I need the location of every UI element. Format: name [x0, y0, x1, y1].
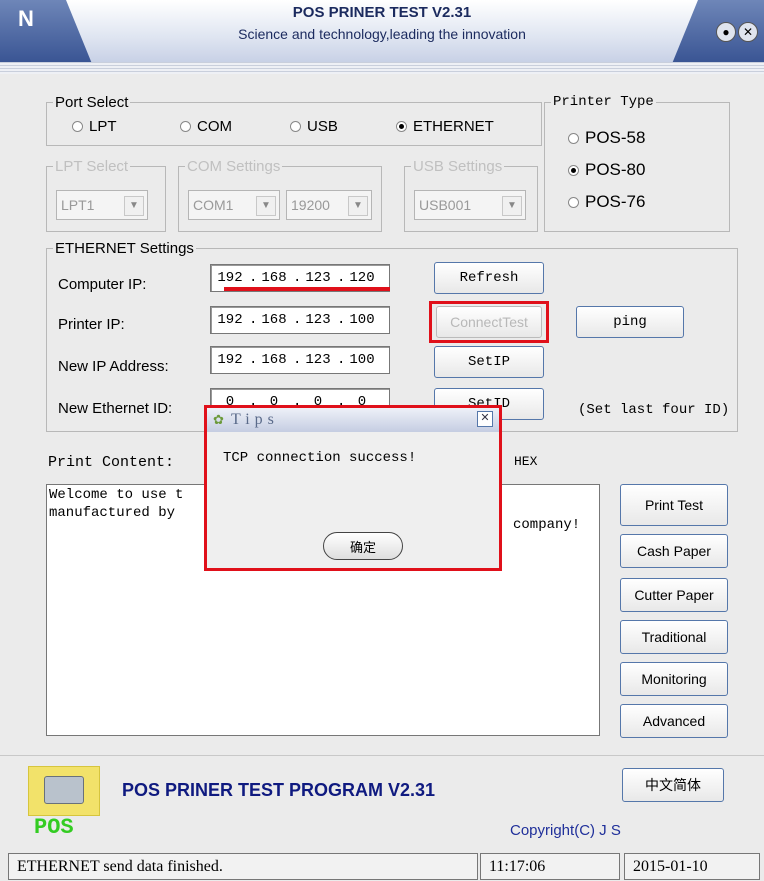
radio-lpt[interactable]: LPT — [72, 118, 117, 135]
radio-com-label: COM — [197, 118, 232, 135]
printer-type-legend: Printer Type — [553, 94, 654, 110]
radio-pos-76-dot[interactable] — [568, 196, 579, 208]
ip-octet[interactable]: 168 — [255, 270, 293, 286]
print-test-button[interactable]: Print Test — [620, 484, 728, 526]
computer-ip-label: Computer IP: — [58, 276, 147, 293]
radio-com[interactable]: COM — [180, 118, 232, 135]
radio-ethernet-label: ETHERNET — [413, 118, 494, 135]
com-port-combo[interactable]: COM1 ▼ — [188, 190, 280, 220]
print-content-label: Print Content: — [48, 454, 175, 471]
ip-octet[interactable]: 192 — [211, 352, 249, 368]
radio-pos-58-label: POS-58 — [585, 128, 646, 147]
ip-octet[interactable]: 100 — [343, 352, 381, 368]
printer-ip-label: Printer IP: — [58, 316, 125, 333]
textarea-line-2-right: company! — [513, 517, 581, 533]
usb-settings-legend: USB Settings — [413, 158, 503, 175]
setid-hint: (Set last four ID) — [578, 402, 730, 418]
port-select-legend: Port Select — [55, 94, 129, 111]
status-date: 2015-01-10 — [624, 853, 760, 880]
traditional-button[interactable]: Traditional — [620, 620, 728, 654]
com-baud-value: 19200 — [291, 197, 330, 213]
new-ethernet-id-label: New Ethernet ID: — [58, 400, 173, 417]
printer-icon — [44, 776, 84, 804]
cutter-paper-button[interactable]: Cutter Paper — [620, 578, 728, 612]
close-button[interactable]: ✕ — [738, 22, 758, 42]
usb-select-combo[interactable]: USB001 ▼ — [414, 190, 526, 220]
radio-usb-dot[interactable] — [290, 121, 301, 132]
ip-octet[interactable]: 192 — [211, 312, 249, 328]
chevron-down-icon[interactable]: ▼ — [256, 196, 276, 216]
radio-pos-80-dot[interactable] — [568, 164, 579, 176]
hex-checkbox-label[interactable]: HEX — [514, 454, 537, 469]
status-time: 11:17:06 — [480, 853, 620, 880]
chevron-down-icon[interactable]: ▼ — [502, 196, 522, 216]
radio-lpt-dot[interactable] — [72, 121, 83, 132]
radio-com-dot[interactable] — [180, 121, 191, 132]
tips-message: TCP connection success! — [223, 450, 417, 466]
ip-octet[interactable]: 168 — [255, 312, 293, 328]
radio-lpt-label: LPT — [89, 118, 117, 135]
lpt-select-legend: LPT Select — [55, 158, 129, 175]
monitoring-button[interactable]: Monitoring — [620, 662, 728, 696]
footer-divider — [0, 755, 764, 756]
window-subtitle: Science and technology,leading the innov… — [238, 26, 526, 42]
tips-ok-button[interactable]: 确定 — [323, 532, 403, 560]
tips-title: Tips — [231, 411, 279, 428]
usb-select-value: USB001 — [419, 197, 472, 213]
ip-octet[interactable]: 123 — [299, 270, 337, 286]
ip-octet[interactable]: 100 — [343, 312, 381, 328]
ip-octet[interactable]: 168 — [255, 352, 293, 368]
chevron-down-icon[interactable]: ▼ — [124, 196, 144, 216]
app-logo-icon: N — [18, 6, 34, 31]
title-stripes — [0, 62, 764, 74]
ip-octet[interactable]: 123 — [299, 352, 337, 368]
ethernet-settings-legend: ETHERNET Settings — [55, 240, 194, 257]
advanced-button[interactable]: Advanced — [620, 704, 728, 738]
radio-pos-58[interactable]: POS-58 — [568, 128, 645, 148]
ip-octet[interactable]: 123 — [299, 312, 337, 328]
tips-dialog: ✿ Tips ✕ TCP connection success! 确定 — [204, 405, 502, 571]
radio-ethernet[interactable]: ETHERNET — [396, 118, 494, 135]
highlight-underline — [224, 287, 390, 291]
minimize-button[interactable]: ● — [716, 22, 736, 42]
com-port-value: COM1 — [193, 197, 234, 213]
chevron-down-icon[interactable]: ▼ — [348, 196, 368, 216]
lpt-select-combo[interactable]: LPT1 ▼ — [56, 190, 148, 220]
textarea-line-2-left: manufactured by — [49, 505, 176, 521]
status-message: ETHERNET send data finished. — [8, 853, 478, 880]
new-ip-field[interactable]: 192. 168. 123. 100 — [210, 346, 390, 374]
radio-pos-76[interactable]: POS-76 — [568, 192, 645, 212]
radio-ethernet-dot[interactable] — [396, 121, 407, 132]
refresh-button[interactable]: Refresh — [434, 262, 544, 294]
ip-octet[interactable]: 120 — [343, 270, 381, 286]
radio-pos-76-label: POS-76 — [585, 192, 646, 211]
new-ip-label: New IP Address: — [58, 358, 169, 375]
program-title: POS PRINER TEST PROGRAM V2.31 — [122, 780, 436, 800]
setip-button[interactable]: SetIP — [434, 346, 544, 378]
radio-usb-label: USB — [307, 118, 338, 135]
radio-pos-80[interactable]: POS-80 — [568, 160, 645, 180]
copyright-text: Copyright(C) J S — [510, 822, 621, 839]
textarea-line-1: Welcome to use t — [49, 487, 184, 503]
window-title: POS PRINER TEST V2.31 — [292, 4, 472, 21]
radio-usb[interactable]: USB — [290, 118, 338, 135]
pos-logo-text: POS — [34, 815, 74, 840]
language-button[interactable]: 中文简体 — [622, 768, 724, 802]
com-settings-legend: COM Settings — [187, 158, 281, 175]
cash-paper-button[interactable]: Cash Paper — [620, 534, 728, 568]
printer-ip-field[interactable]: 192. 168. 123. 100 — [210, 306, 390, 334]
com-baud-combo[interactable]: 19200 ▼ — [286, 190, 372, 220]
ip-octet[interactable]: 192 — [211, 270, 249, 286]
lpt-select-value: LPT1 — [61, 197, 95, 213]
tips-close-icon[interactable]: ✕ — [477, 411, 493, 427]
tips-app-icon: ✿ — [213, 412, 224, 427]
connect-test-highlight — [429, 301, 549, 343]
ping-button[interactable]: ping — [576, 306, 684, 338]
radio-pos-80-label: POS-80 — [585, 160, 646, 179]
radio-pos-58-dot[interactable] — [568, 132, 579, 144]
